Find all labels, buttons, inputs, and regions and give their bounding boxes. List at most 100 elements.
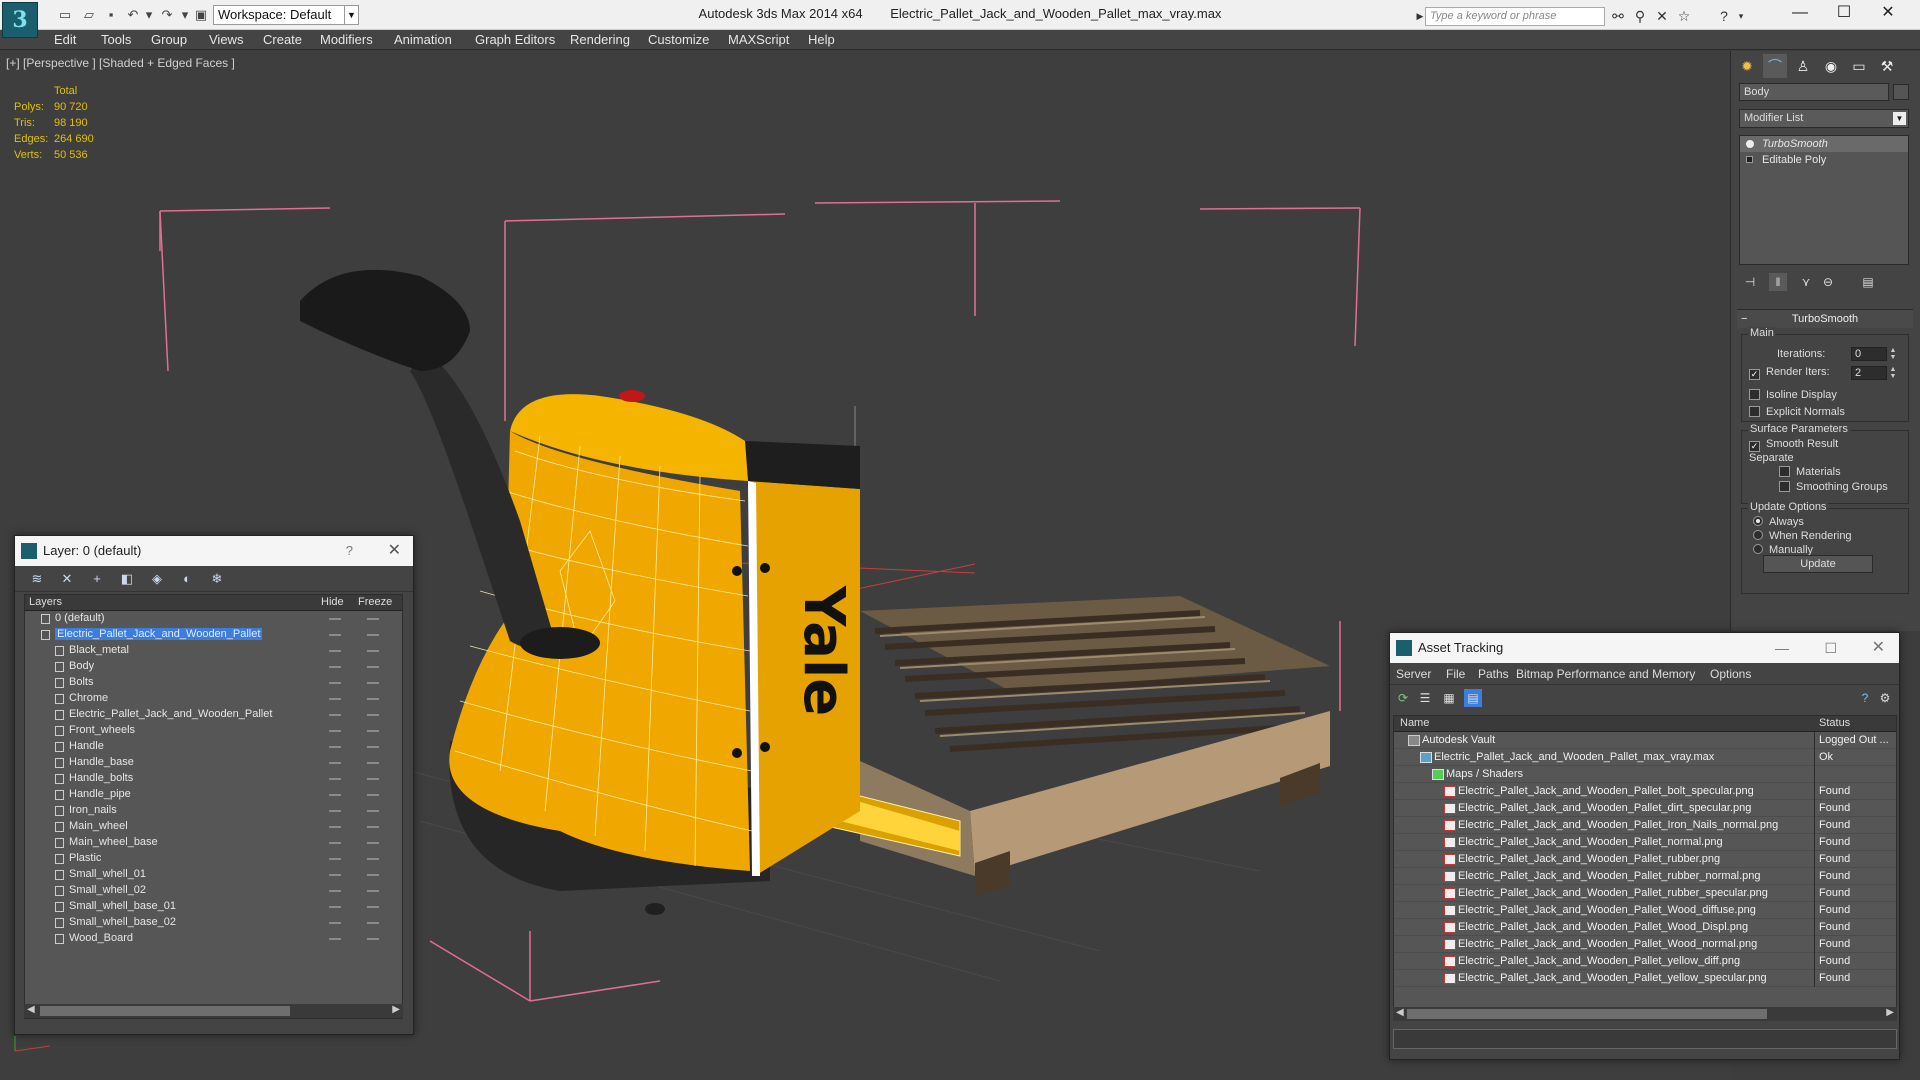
spinner-arrows-icon[interactable]: ▲ ▼: [1889, 347, 1897, 361]
menu-help[interactable]: Help: [808, 32, 835, 47]
modifier-list-dropdown[interactable]: Modifier List ▼: [1739, 109, 1909, 128]
minimize-icon[interactable]: —: [1775, 633, 1789, 663]
layer-row[interactable]: Small_whell_02: [25, 883, 402, 899]
create-layer-icon[interactable]: ≋: [27, 570, 47, 588]
menu-views[interactable]: Views: [209, 32, 243, 47]
render-iters-row[interactable]: ✓ Render Iters:: [1749, 366, 1830, 380]
make-unique-icon[interactable]: ⋎: [1797, 273, 1815, 291]
col-hide[interactable]: Hide: [321, 596, 344, 608]
asset-row[interactable]: Electric_Pallet_Jack_and_Wooden_Pallet_r…: [1394, 868, 1896, 885]
asset-row[interactable]: Electric_Pallet_Jack_and_Wooden_Pallet_y…: [1394, 970, 1896, 987]
freeze-toggle[interactable]: [367, 746, 379, 748]
motion-tab-icon[interactable]: ◉: [1819, 54, 1843, 78]
hide-toggle[interactable]: [329, 842, 341, 844]
freeze-toggle[interactable]: [367, 778, 379, 780]
layer-row[interactable]: Handle_base: [25, 755, 402, 771]
refresh-icon[interactable]: ⟳: [1394, 689, 1412, 707]
utilities-tab-icon[interactable]: ⚒: [1875, 54, 1899, 78]
settings-icon[interactable]: ⚙: [1876, 689, 1894, 707]
freeze-toggle[interactable]: [367, 650, 379, 652]
asset-menu-server[interactable]: Server: [1396, 667, 1431, 681]
hide-toggle[interactable]: [329, 746, 341, 748]
freeze-toggle[interactable]: [367, 730, 379, 732]
freeze-toggle[interactable]: [367, 682, 379, 684]
redo-icon[interactable]: ↷: [158, 6, 176, 24]
hide-toggle[interactable]: [329, 666, 341, 668]
workspace-select[interactable]: Workspace: Default ▼: [213, 5, 359, 25]
undo-dropdown-icon[interactable]: ▾: [140, 6, 158, 24]
col-name[interactable]: Name: [1400, 717, 1429, 729]
update-when-rendering-radio[interactable]: When Rendering: [1753, 530, 1852, 542]
help-dropdown-icon[interactable]: ▾: [1731, 7, 1751, 25]
close-icon[interactable]: ✕: [388, 536, 401, 566]
layer-row[interactable]: Handle_pipe: [25, 787, 402, 803]
hide-toggle[interactable]: [329, 698, 341, 700]
asset-path-field[interactable]: [1393, 1029, 1897, 1049]
favorites-icon[interactable]: ☆: [1674, 7, 1694, 25]
menu-tools[interactable]: Tools: [101, 32, 131, 47]
layer-row[interactable]: Bolts: [25, 675, 402, 691]
asset-dialog-titlebar[interactable]: Asset Tracking — ☐ ✕: [1390, 633, 1899, 663]
freeze-toggle[interactable]: [367, 842, 379, 844]
hide-toggle[interactable]: [329, 858, 341, 860]
smoothing-groups-checkbox[interactable]: Smoothing Groups: [1779, 481, 1888, 493]
hide-toggle[interactable]: [329, 730, 341, 732]
isoline-display-checkbox[interactable]: Isoline Display: [1749, 389, 1837, 401]
object-name-field[interactable]: Body: [1739, 83, 1889, 101]
hide-toggle[interactable]: [329, 714, 341, 716]
object-color-swatch[interactable]: [1893, 84, 1909, 100]
hide-toggle[interactable]: [329, 874, 341, 876]
smooth-result-checkbox[interactable]: ✓ Smooth Result: [1749, 438, 1838, 452]
checkbox-icon[interactable]: ✓: [1749, 441, 1760, 452]
menu-maxscript[interactable]: MAXScript: [728, 32, 789, 47]
maximize-icon[interactable]: ☐: [1822, 0, 1866, 26]
hide-toggle[interactable]: [329, 826, 341, 828]
checkbox-icon[interactable]: ✓: [1749, 369, 1760, 380]
menu-modifiers[interactable]: Modifiers: [320, 32, 373, 47]
configure-sets-icon[interactable]: ▤: [1859, 273, 1877, 291]
delete-layer-icon[interactable]: ✕: [57, 570, 77, 588]
asset-row[interactable]: Electric_Pallet_Jack_and_Wooden_Pallet_I…: [1394, 817, 1896, 834]
spinner-arrows-icon[interactable]: ▲ ▼: [1889, 366, 1897, 380]
asset-row[interactable]: Electric_Pallet_Jack_and_Wooden_Pallet_W…: [1394, 936, 1896, 953]
asset-row[interactable]: Autodesk Vault Logged Out ...: [1394, 732, 1896, 749]
menu-create[interactable]: Create: [263, 32, 302, 47]
horizontal-scrollbar[interactable]: ◀ ▶: [24, 1004, 403, 1018]
checkbox-icon[interactable]: [1749, 389, 1760, 400]
radio-icon[interactable]: [1753, 530, 1763, 540]
remove-modifier-icon[interactable]: ⊖: [1819, 273, 1837, 291]
freeze-toggle[interactable]: [367, 698, 379, 700]
menu-rendering[interactable]: Rendering: [570, 32, 630, 47]
modify-tab-icon[interactable]: ⌒: [1763, 54, 1787, 78]
explicit-normals-checkbox[interactable]: Explicit Normals: [1749, 406, 1845, 418]
horizontal-scrollbar[interactable]: ◀ ▶: [1393, 1007, 1897, 1021]
freeze-toggle[interactable]: [367, 938, 379, 940]
layer-row[interactable]: Body: [25, 659, 402, 675]
subscription-icon[interactable]: ⚲: [1630, 7, 1650, 25]
menu-graph-editors[interactable]: Graph Editors: [475, 32, 555, 47]
freeze-toggle[interactable]: [367, 794, 379, 796]
new-file-icon[interactable]: ▭: [56, 6, 74, 24]
display-tab-icon[interactable]: ▭: [1847, 54, 1871, 78]
checkbox-icon[interactable]: [1779, 481, 1790, 492]
hide-toggle[interactable]: [329, 906, 341, 908]
freeze-toggle[interactable]: [367, 826, 379, 828]
scroll-thumb[interactable]: [40, 1006, 290, 1016]
layer-row[interactable]: Electric_Pallet_Jack_and_Wooden_Pallet: [25, 627, 402, 643]
open-file-icon[interactable]: ▱: [80, 6, 98, 24]
scroll-right-icon[interactable]: ▶: [1886, 1007, 1894, 1018]
hide-toggle[interactable]: [329, 794, 341, 796]
table-view-icon[interactable]: ▤: [1464, 689, 1482, 707]
hide-toggle[interactable]: [329, 634, 341, 636]
scroll-right-icon[interactable]: ▶: [392, 1004, 400, 1015]
search-input[interactable]: Type a keyword or phrase: [1425, 7, 1605, 26]
hide-toggle[interactable]: [329, 938, 341, 940]
create-tab-icon[interactable]: ✹: [1735, 54, 1759, 78]
layer-row[interactable]: Iron_nails: [25, 803, 402, 819]
checkbox-icon[interactable]: [1749, 406, 1760, 417]
freeze-toggle[interactable]: [367, 906, 379, 908]
hide-toggle[interactable]: [329, 762, 341, 764]
freeze-toggle[interactable]: [367, 618, 379, 620]
hide-toggle[interactable]: [329, 810, 341, 812]
freeze-toggle[interactable]: [367, 874, 379, 876]
